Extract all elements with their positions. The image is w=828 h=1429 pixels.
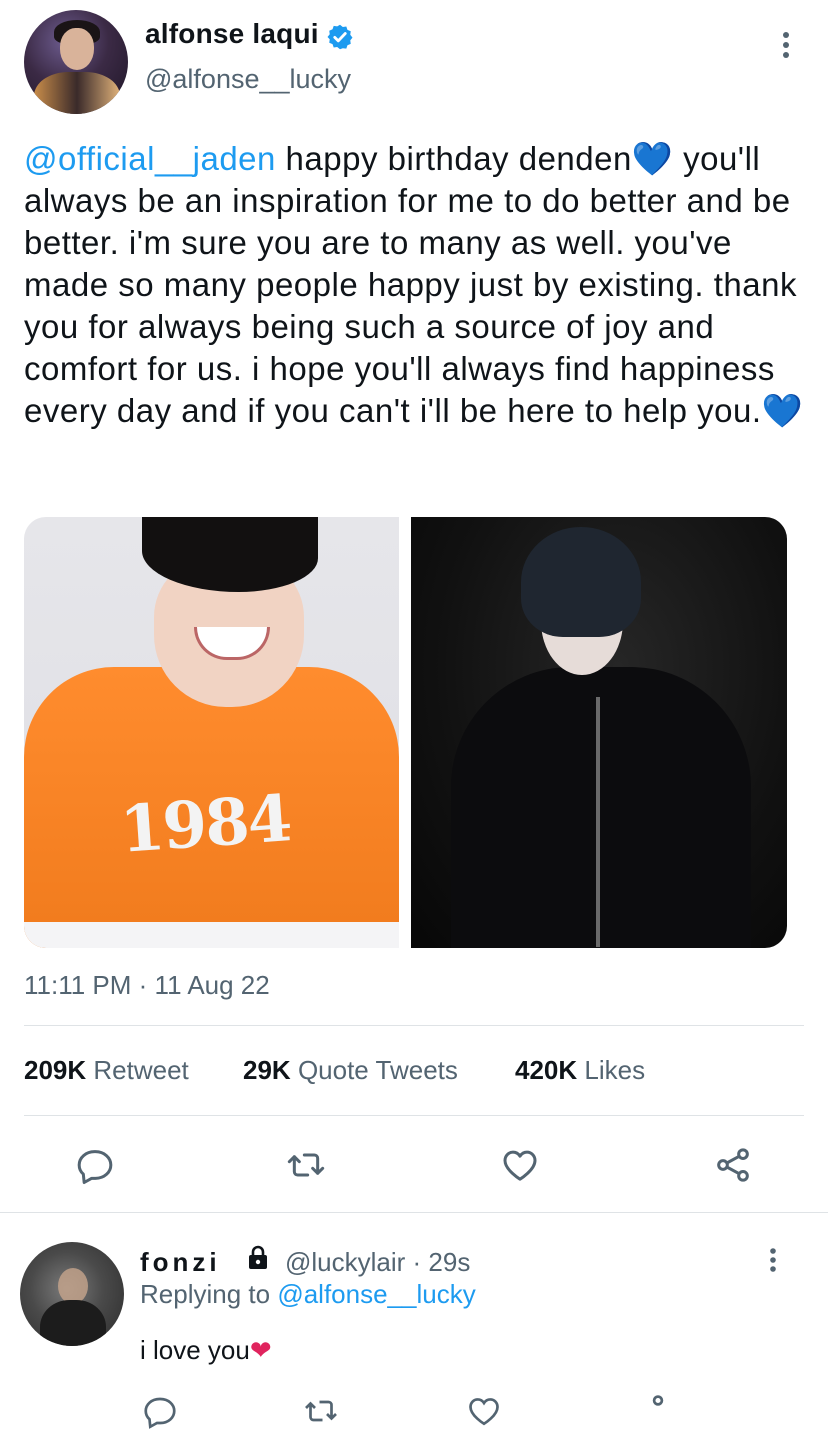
divider <box>24 1025 804 1026</box>
reply-handle-time[interactable]: @luckylair · 29s <box>285 1247 470 1278</box>
quote-tweets-stat[interactable]: 29K Quote Tweets <box>243 1055 458 1086</box>
reply-more-options-icon[interactable] <box>760 1245 786 1275</box>
retweets-label: Retweet <box>93 1055 189 1085</box>
reply-like-icon[interactable] <box>466 1393 502 1429</box>
share-icon[interactable] <box>713 1145 753 1185</box>
retweet-icon[interactable] <box>286 1145 326 1185</box>
section-divider <box>0 1212 828 1213</box>
author-avatar[interactable] <box>24 10 128 114</box>
likes-label: Likes <box>584 1055 646 1085</box>
replying-to-mention[interactable]: @alfonse__lucky <box>277 1279 475 1309</box>
replying-to-line: Replying to @alfonse__lucky <box>140 1279 476 1310</box>
mention-link[interactable]: @official__jaden <box>24 140 276 177</box>
reply-text-content: i love you <box>140 1335 250 1365</box>
reply-retweet-icon[interactable] <box>303 1393 339 1429</box>
quote-tweets-count: 29K <box>243 1055 291 1085</box>
tweet-timestamp[interactable]: 11:11 PM · 11 Aug 22 <box>24 970 270 1001</box>
likes-stat[interactable]: 420K Likes <box>515 1055 645 1086</box>
red-heart-emoji: ❤ <box>249 1335 272 1365</box>
more-options-icon[interactable] <box>772 28 800 62</box>
blue-heart-emoji: 💙 <box>631 140 674 177</box>
tweet-photo-right[interactable] <box>411 517 787 948</box>
tweet-photo-left[interactable]: 1984 <box>24 517 399 948</box>
retweets-count: 209K <box>24 1055 87 1085</box>
reply-author-name[interactable]: fonzi <box>140 1247 221 1278</box>
verified-badge-icon <box>327 24 353 50</box>
sweater-print-text: 1984 <box>117 781 293 868</box>
reply-share-icon[interactable] <box>640 1393 676 1429</box>
replying-to-label: Replying to <box>140 1279 278 1309</box>
reply-icon[interactable] <box>75 1145 115 1185</box>
likes-count: 420K <box>515 1055 578 1085</box>
reply-author-avatar[interactable] <box>20 1242 124 1346</box>
retweets-stat[interactable]: 209K Retweet <box>24 1055 189 1086</box>
protected-lock-icon <box>249 1245 267 1269</box>
tweet-text-line1: happy birthday denden <box>275 140 632 177</box>
reply-reply-icon[interactable] <box>142 1393 178 1429</box>
tweet-text-body: you'll always be an inspiration for me t… <box>24 140 797 429</box>
tweet-text: @official__jaden happy birthday denden💙 … <box>24 138 814 432</box>
author-display-name[interactable]: alfonse laqui <box>145 18 319 50</box>
divider <box>24 1115 804 1116</box>
reply-text: i love you❤ <box>140 1335 272 1366</box>
blue-heart-emoji: 💙 <box>761 392 804 429</box>
quote-tweets-label: Quote Tweets <box>297 1055 458 1085</box>
author-handle[interactable]: @alfonse__lucky <box>145 64 351 95</box>
like-icon[interactable] <box>500 1145 540 1185</box>
